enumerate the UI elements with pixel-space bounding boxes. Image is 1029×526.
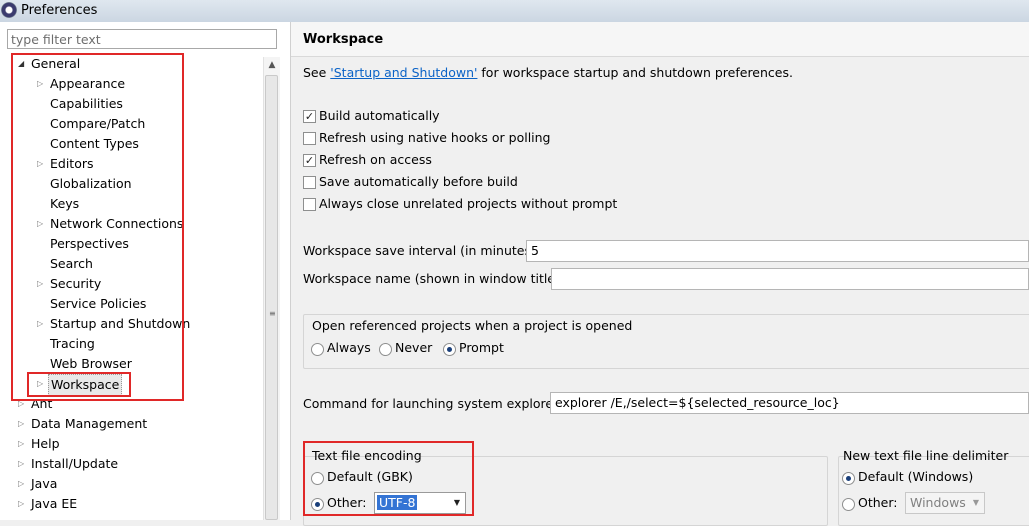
save-before-build-label: Save automatically before build (319, 174, 518, 189)
page-header: Workspace (291, 22, 1029, 57)
explorer-command-field[interactable]: explorer /E,/select=${selected_resource_… (550, 392, 1029, 414)
always-close-unrelated-checkbox[interactable] (303, 198, 316, 211)
scrollbar-thumb[interactable]: ≡ (265, 75, 278, 520)
window-title: Preferences (21, 3, 98, 18)
save-interval-label: Workspace save interval (in minutes): (303, 243, 541, 258)
refresh-on-access-label: Refresh on access (319, 152, 432, 167)
dropdown-arrow-icon: ▼ (972, 498, 979, 507)
refresh-on-access-checkbox[interactable]: ✓ (303, 154, 316, 167)
always-close-unrelated-label: Always close unrelated projects without … (319, 196, 618, 211)
collapsed-arrow-icon[interactable] (18, 500, 26, 508)
title-bar: Preferences (0, 0, 1029, 23)
page-title: Workspace (303, 32, 384, 47)
highlight-box-encoding (303, 441, 474, 516)
collapsed-arrow-icon[interactable] (18, 460, 26, 468)
open-ref-always-radio[interactable] (311, 343, 324, 356)
scroll-up-arrow-icon[interactable]: ▲ (264, 57, 280, 73)
startup-and-shutdown-link[interactable]: 'Startup and Shutdown' (330, 65, 477, 80)
workspace-name-field[interactable] (551, 268, 1029, 290)
delimiter-select[interactable]: Windows ▼ (905, 492, 985, 514)
eclipse-app-icon (1, 2, 17, 18)
collapsed-arrow-icon[interactable] (18, 420, 26, 428)
collapsed-arrow-icon[interactable] (18, 440, 26, 448)
open-ref-always-label: Always (327, 340, 371, 355)
open-ref-prompt-radio[interactable] (443, 343, 456, 356)
build-automatically-checkbox[interactable]: ✓ (303, 110, 316, 123)
refresh-native-hooks-checkbox[interactable] (303, 132, 316, 145)
delimiter-default-radio[interactable] (842, 472, 855, 485)
grip-icon: ≡ (269, 309, 276, 318)
highlight-box-workspace (27, 372, 131, 397)
line-delimiter-group (838, 456, 1029, 526)
delimiter-default-label: Default (Windows) (858, 469, 974, 484)
collapsed-arrow-icon[interactable] (18, 480, 26, 488)
see-startup-text: See 'Startup and Shutdown' for workspace… (303, 65, 793, 80)
workspace-preferences-page: Workspace See 'Startup and Shutdown' for… (291, 22, 1029, 526)
open-ref-never-radio[interactable] (379, 343, 392, 356)
collapsed-arrow-icon[interactable] (18, 400, 26, 408)
save-interval-field[interactable]: 5 (526, 240, 1029, 262)
save-before-build-checkbox[interactable] (303, 176, 316, 189)
filter-input[interactable] (7, 29, 277, 49)
workspace-name-label: Workspace name (shown in window title): (303, 271, 565, 286)
explorer-command-label: Command for launching system explorer: (303, 396, 563, 411)
delimiter-other-radio[interactable] (842, 498, 855, 511)
delimiter-other-label: Other: (858, 495, 898, 510)
refresh-native-hooks-label: Refresh using native hooks or polling (319, 130, 551, 145)
line-delimiter-label: New text file line delimiter (843, 448, 1009, 463)
build-automatically-label: Build automatically (319, 108, 440, 123)
open-referenced-projects-label: Open referenced projects when a project … (312, 318, 633, 333)
open-ref-never-label: Never (395, 340, 433, 355)
tree-scrollbar[interactable]: ▲ ≡ (263, 57, 280, 520)
preferences-tree-panel: General Appearance Capabilities Compare/… (0, 22, 291, 520)
highlight-box-general (11, 53, 184, 401)
delimiter-select-value: Windows (910, 495, 966, 510)
open-ref-prompt-label: Prompt (459, 340, 504, 355)
